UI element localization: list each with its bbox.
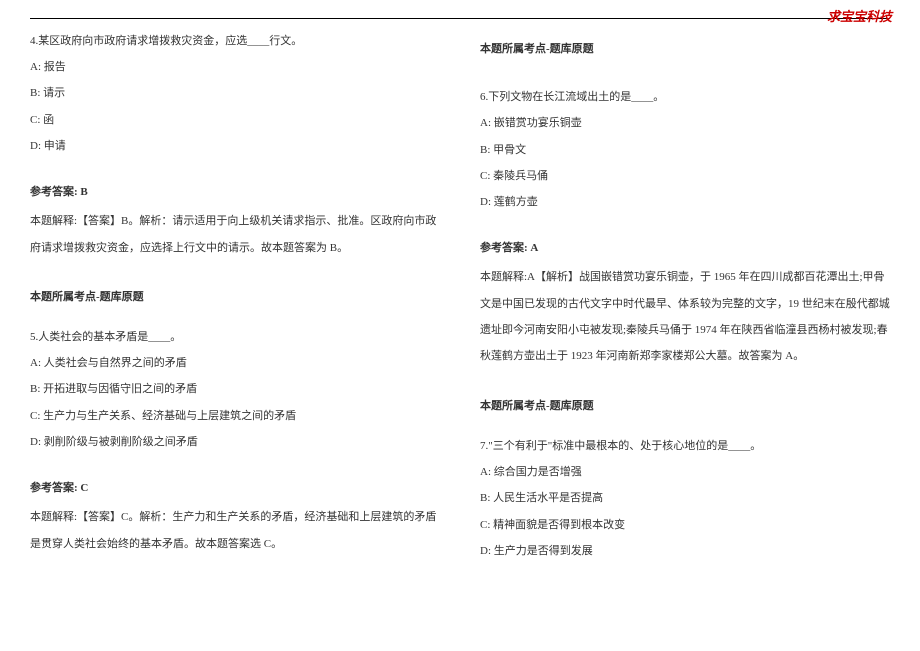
point-top: 本题所属考点-题库原题: [480, 37, 890, 61]
q6-explanation: 本题解释:A【解析】战国嵌错赏功宴乐铜壶，于 1965 年在四川成都百花潭出土;…: [480, 264, 890, 370]
question-4: 4.某区政府向市政府请求增拨救灾资金，应选____行文。 A: 报告 B: 请示…: [30, 29, 440, 309]
q6-option-d: D: 莲鹤方壶: [480, 190, 890, 214]
q6-option-a: A: 嵌错赏功宴乐铜壶: [480, 111, 890, 135]
question-6: 6.下列文物在长江流域出土的是____。 A: 嵌错赏功宴乐铜壶 B: 甲骨文 …: [480, 85, 890, 418]
left-column: 4.某区政府向市政府请求增拨救灾资金，应选____行文。 A: 报告 B: 请示…: [30, 29, 440, 567]
q6-point: 本题所属考点-题库原题: [480, 394, 890, 418]
q7-option-b: B: 人民生活水平是否提高: [480, 486, 890, 510]
q4-option-c: C: 函: [30, 108, 440, 132]
q4-explanation: 本题解释:【答案】B。解析：请示适用于向上级机关请求指示、批准。区政府向市政府请…: [30, 208, 440, 261]
q6-option-c: C: 秦陵兵马俑: [480, 164, 890, 188]
q4-answer: 参考答案: B: [30, 180, 440, 204]
q4-stem: 4.某区政府向市政府请求增拨救灾资金，应选____行文。: [30, 29, 440, 53]
q5-option-d: D: 剥削阶级与被剥削阶级之间矛盾: [30, 430, 440, 454]
q5-stem: 5.人类社会的基本矛盾是____。: [30, 325, 440, 349]
q4-option-a: A: 报告: [30, 55, 440, 79]
q7-stem: 7."三个有利于"标准中最根本的、处于核心地位的是____。: [480, 434, 890, 458]
question-5: 5.人类社会的基本矛盾是____。 A: 人类社会与自然界之间的矛盾 B: 开拓…: [30, 325, 440, 557]
q4-point: 本题所属考点-题库原题: [30, 285, 440, 309]
q5-option-a: A: 人类社会与自然界之间的矛盾: [30, 351, 440, 375]
q7-option-a: A: 综合国力是否增强: [480, 460, 890, 484]
top-divider: [30, 18, 890, 19]
q5-option-c: C: 生产力与生产关系、经济基础与上层建筑之间的矛盾: [30, 404, 440, 428]
question-7: 7."三个有利于"标准中最根本的、处于核心地位的是____。 A: 综合国力是否…: [480, 434, 890, 563]
q5-option-b: B: 开拓进取与因循守旧之间的矛盾: [30, 377, 440, 401]
watermark: 求宝宝科技: [827, 6, 892, 25]
q6-stem: 6.下列文物在长江流域出土的是____。: [480, 85, 890, 109]
q7-option-c: C: 精神面貌是否得到根本改变: [480, 513, 890, 537]
q7-option-d: D: 生产力是否得到发展: [480, 539, 890, 563]
q5-answer: 参考答案: C: [30, 476, 440, 500]
q6-option-b: B: 甲骨文: [480, 138, 890, 162]
q4-option-b: B: 请示: [30, 81, 440, 105]
q4-option-d: D: 申请: [30, 134, 440, 158]
q5-explanation: 本题解释:【答案】C。解析：生产力和生产关系的矛盾，经济基础和上层建筑的矛盾是贯…: [30, 504, 440, 557]
right-column: 本题所属考点-题库原题 6.下列文物在长江流域出土的是____。 A: 嵌错赏功…: [480, 29, 890, 567]
q6-answer: 参考答案: A: [480, 236, 890, 260]
content-columns: 4.某区政府向市政府请求增拨救灾资金，应选____行文。 A: 报告 B: 请示…: [30, 29, 890, 567]
